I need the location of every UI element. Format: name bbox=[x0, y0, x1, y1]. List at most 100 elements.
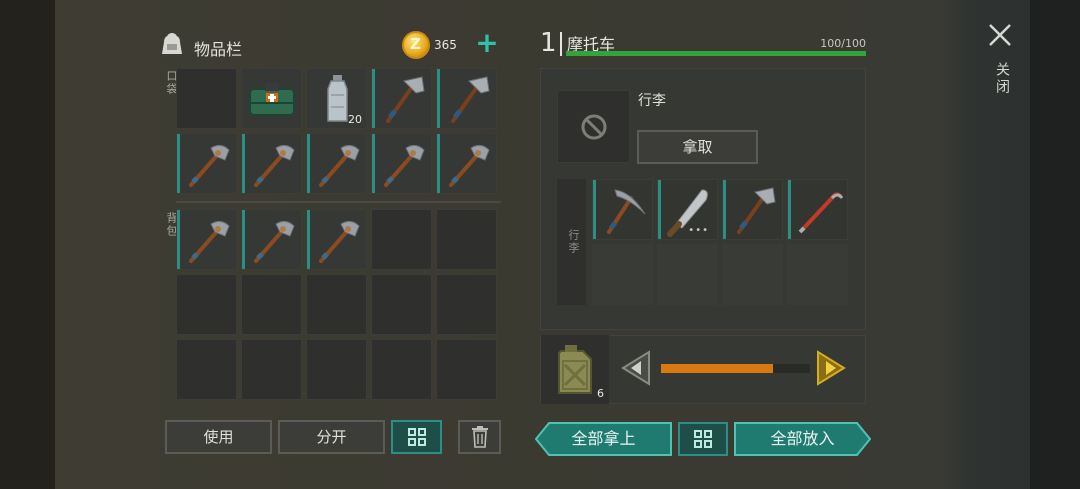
level-separator bbox=[560, 32, 562, 56]
stone-axe-icon bbox=[254, 144, 295, 187]
backpack-slot-stone-axe[interactable] bbox=[241, 209, 302, 270]
backpack-slot-empty[interactable] bbox=[241, 274, 302, 335]
vehicle-level: 1 bbox=[540, 28, 557, 58]
fuel-increase-arrow-icon[interactable] bbox=[816, 350, 848, 386]
pocket-slot-hatchet[interactable] bbox=[436, 68, 497, 129]
cargo-slot-machete[interactable]: ••• bbox=[657, 179, 718, 240]
durability-bar bbox=[658, 180, 661, 239]
stone-axe-icon bbox=[189, 144, 230, 187]
pocket-slot-stone-axe[interactable] bbox=[176, 133, 237, 194]
stone-axe-icon bbox=[384, 144, 425, 187]
fuel-decrease-arrow-icon[interactable] bbox=[619, 350, 651, 386]
sort-inventory-button[interactable] bbox=[391, 420, 442, 454]
backpack-slot-stone-axe[interactable] bbox=[176, 209, 237, 270]
cargo-label: 行李 bbox=[567, 229, 580, 255]
durability-bar bbox=[242, 210, 245, 269]
fuel-slot[interactable]: 6 bbox=[541, 335, 609, 404]
backpack-icon bbox=[162, 33, 182, 54]
left-edge bbox=[0, 0, 55, 489]
trash-icon bbox=[471, 426, 488, 448]
backpack-slot-empty[interactable] bbox=[306, 274, 367, 335]
pocket-slot-first-aid-kit[interactable] bbox=[241, 68, 302, 129]
cargo-slot-hatchet[interactable] bbox=[722, 179, 783, 240]
grid-sort-icon bbox=[694, 430, 712, 448]
durability-bar bbox=[437, 134, 440, 193]
take-all-button[interactable]: 全部拿上 bbox=[535, 422, 672, 456]
pocket-slot-hatchet[interactable] bbox=[371, 68, 432, 129]
backpack-slot-empty[interactable] bbox=[436, 209, 497, 270]
inventory-title: 物品栏 bbox=[194, 40, 243, 59]
vehicle-header: 1 摩托车 100/100 bbox=[540, 28, 866, 60]
coin-symbol: Z bbox=[410, 35, 421, 53]
durability-bar bbox=[593, 180, 596, 239]
split-button[interactable]: 分开 bbox=[278, 420, 385, 454]
put-all-button[interactable]: 全部放入 bbox=[734, 422, 871, 456]
luggage-title: 行李 bbox=[638, 93, 666, 109]
durability-bar bbox=[372, 69, 375, 128]
durability-bar bbox=[788, 180, 791, 239]
cargo-grid: ••• bbox=[592, 179, 848, 305]
backpack-slot-empty[interactable] bbox=[176, 339, 237, 400]
cargo-slot-pickaxe[interactable] bbox=[592, 179, 653, 240]
durability-bar bbox=[177, 210, 180, 269]
cargo-slot-empty[interactable] bbox=[722, 244, 783, 305]
right-edge bbox=[1030, 0, 1080, 489]
backpack-slot-empty[interactable] bbox=[371, 339, 432, 400]
hatchet-icon bbox=[451, 76, 490, 123]
pocket-slot-empty[interactable] bbox=[176, 68, 237, 129]
durability-bar bbox=[723, 180, 726, 239]
close-icon[interactable] bbox=[987, 22, 1013, 48]
durability-bar bbox=[177, 134, 180, 193]
jerry-can-icon bbox=[558, 345, 592, 394]
backpack-slot-empty[interactable] bbox=[306, 339, 367, 400]
durability-bar bbox=[307, 134, 310, 193]
game-screen: 物品栏 Z 365 + 口袋 背包 20 使用 分开 1 摩托车 100/100 bbox=[0, 0, 1080, 489]
add-coins-button[interactable]: + bbox=[473, 29, 501, 58]
hatchet-icon bbox=[737, 187, 776, 234]
backpack-slot-empty[interactable] bbox=[371, 274, 432, 335]
durability-bar bbox=[307, 210, 310, 269]
backpack-slot-empty[interactable] bbox=[436, 274, 497, 335]
durability-bar bbox=[372, 134, 375, 193]
vehicle-hp-bar bbox=[566, 51, 866, 56]
cargo-slot-crowbar[interactable] bbox=[787, 179, 848, 240]
use-button[interactable]: 使用 bbox=[165, 420, 272, 454]
crowbar-icon bbox=[798, 192, 844, 234]
pocket-slot-stone-axe[interactable] bbox=[241, 133, 302, 194]
luggage-preview bbox=[557, 90, 630, 163]
item-count: 20 bbox=[348, 113, 362, 126]
cargo-slot-empty[interactable] bbox=[787, 244, 848, 305]
backpack-slot-empty[interactable] bbox=[436, 339, 497, 400]
sort-vehicle-button[interactable] bbox=[678, 422, 728, 456]
stone-axe-icon bbox=[319, 220, 360, 263]
coin-amount: 365 bbox=[434, 38, 457, 52]
stone-axe-icon bbox=[254, 220, 295, 263]
vehicle-hp-text: 100/100 bbox=[820, 37, 866, 50]
hatchet-icon bbox=[386, 76, 425, 123]
backpack-slot-empty[interactable] bbox=[176, 274, 237, 335]
close-label[interactable]: 关闭 bbox=[992, 62, 1012, 96]
backpack-slot-stone-axe[interactable] bbox=[306, 209, 367, 270]
fuel-level-bar[interactable] bbox=[661, 364, 810, 373]
take-all-label: 全部拿上 bbox=[571, 429, 636, 448]
stone-axe-icon bbox=[319, 144, 360, 187]
blocked-icon bbox=[581, 114, 607, 140]
fuel-level-fill bbox=[661, 364, 773, 373]
durability-bar bbox=[437, 69, 440, 128]
pocket-slot-stone-axe[interactable] bbox=[436, 133, 497, 194]
pocket-slot-stone-axe[interactable] bbox=[306, 133, 367, 194]
stone-axe-icon bbox=[449, 144, 490, 187]
backpack-slot-empty[interactable] bbox=[371, 209, 432, 270]
trash-button[interactable] bbox=[458, 420, 501, 454]
cargo-slot-empty[interactable] bbox=[592, 244, 653, 305]
pocket-slot-water-bottle[interactable]: 20 bbox=[306, 68, 367, 129]
take-button[interactable]: 拿取 bbox=[637, 130, 758, 164]
backpack-slot-empty[interactable] bbox=[241, 339, 302, 400]
pocket-slot-stone-axe[interactable] bbox=[371, 133, 432, 194]
cargo-slot-empty[interactable] bbox=[657, 244, 718, 305]
pocket-grid: 20 bbox=[176, 68, 497, 194]
first-aid-kit-icon bbox=[249, 83, 295, 116]
stone-axe-icon bbox=[189, 220, 230, 263]
item-options-dots: ••• bbox=[688, 225, 709, 236]
fuel-count: 6 bbox=[597, 387, 604, 400]
